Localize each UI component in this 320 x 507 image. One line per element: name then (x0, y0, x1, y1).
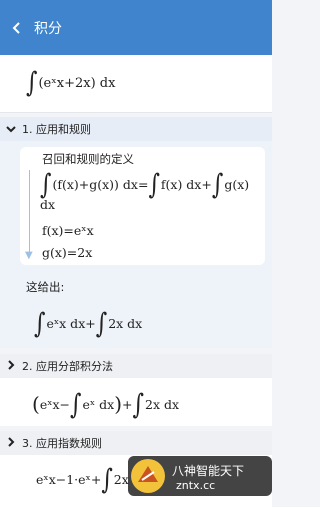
step-2-result-b: eˣ dx (82, 397, 115, 412)
problem-text: (eˣx+2x) dx (38, 76, 116, 91)
watermark-text: 八神智能天下 (172, 464, 245, 478)
step-3-result-a: eˣx−1·eˣ+ (36, 472, 102, 487)
step-2-result-d: 2x dx (145, 397, 180, 412)
sum-rule-left: (f(x)+g(x)) dx= (52, 177, 149, 192)
step-2-header[interactable]: 2. 应用分部积分法 (0, 354, 272, 378)
step-1: 1. 应用和规则 (0, 117, 272, 141)
back-arrow-icon[interactable] (0, 0, 34, 55)
step-2-result-c: + (122, 397, 133, 412)
gives-text: 这给出: (26, 280, 65, 294)
step-1-result-b: 2x dx (108, 316, 143, 331)
problem-expression: ∫ (eˣx+2x) dx (0, 55, 272, 113)
sum-rule: ∫(f(x)+g(x)) dx=∫f(x) dx+∫g(x) (40, 169, 250, 201)
sum-rule-tail: dx (40, 197, 56, 212)
rule-divider (29, 170, 30, 254)
step-2-result-a: eˣx− (39, 397, 71, 412)
step-2: 2. 应用分部积分法 (0, 354, 272, 378)
step-1-result-a: eˣx dx+ (46, 316, 96, 331)
arrow-down-icon: ▼ (25, 250, 33, 261)
sum-rule-right: g(x) (224, 177, 250, 192)
step-2-title: 2. 应用分部积分法 (22, 360, 113, 373)
integral-sign: ∫ (26, 67, 38, 99)
chevron-right-icon (0, 436, 22, 450)
chevron-right-icon (0, 359, 22, 373)
g-definition: g(x)=2x (42, 245, 93, 260)
watermark-logo: 八神智能天下 zntx.cc (128, 452, 272, 499)
step-1-result: ∫eˣx dx+∫2x dx (34, 308, 143, 340)
watermark-url: zntx.cc (176, 479, 216, 492)
sum-rule-middle: f(x) dx+ (160, 177, 212, 192)
page-title: 积分 (34, 20, 62, 37)
recall-text: 召回和规则的定义 (42, 152, 134, 166)
step-1-title: 1. 应用和规则 (22, 123, 91, 136)
chevron-down-icon (0, 123, 22, 136)
f-definition: f(x)=eˣx (42, 223, 94, 238)
step-2-result: (eˣx−∫eˣ dx)+∫2x dx (32, 389, 180, 421)
app-bar: 积分 (0, 0, 272, 55)
step-1-header[interactable]: 1. 应用和规则 (0, 117, 272, 141)
step-3-title: 3. 应用指数规则 (22, 437, 102, 450)
